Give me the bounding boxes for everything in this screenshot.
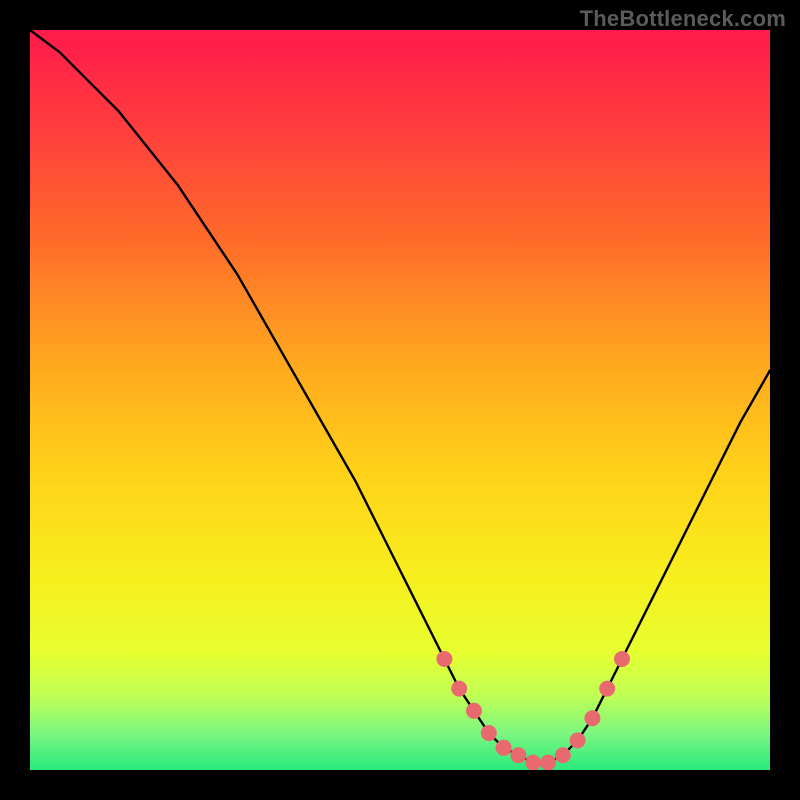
chart-svg [30,30,770,770]
chart-frame: TheBottleneck.com [0,0,800,800]
marker-dot [614,651,630,667]
marker-dot [451,681,467,697]
marker-dot [496,740,512,756]
marker-dot [436,651,452,667]
marker-dot [599,681,615,697]
plot-area [30,30,770,770]
marker-dot [466,703,482,719]
watermark-text: TheBottleneck.com [580,6,786,32]
marker-dot [584,710,600,726]
marker-dot [540,755,556,770]
marker-dot [510,747,526,763]
marker-dot [525,755,541,770]
marker-dot [481,725,497,741]
marker-dot [555,747,571,763]
marker-dot [570,732,586,748]
